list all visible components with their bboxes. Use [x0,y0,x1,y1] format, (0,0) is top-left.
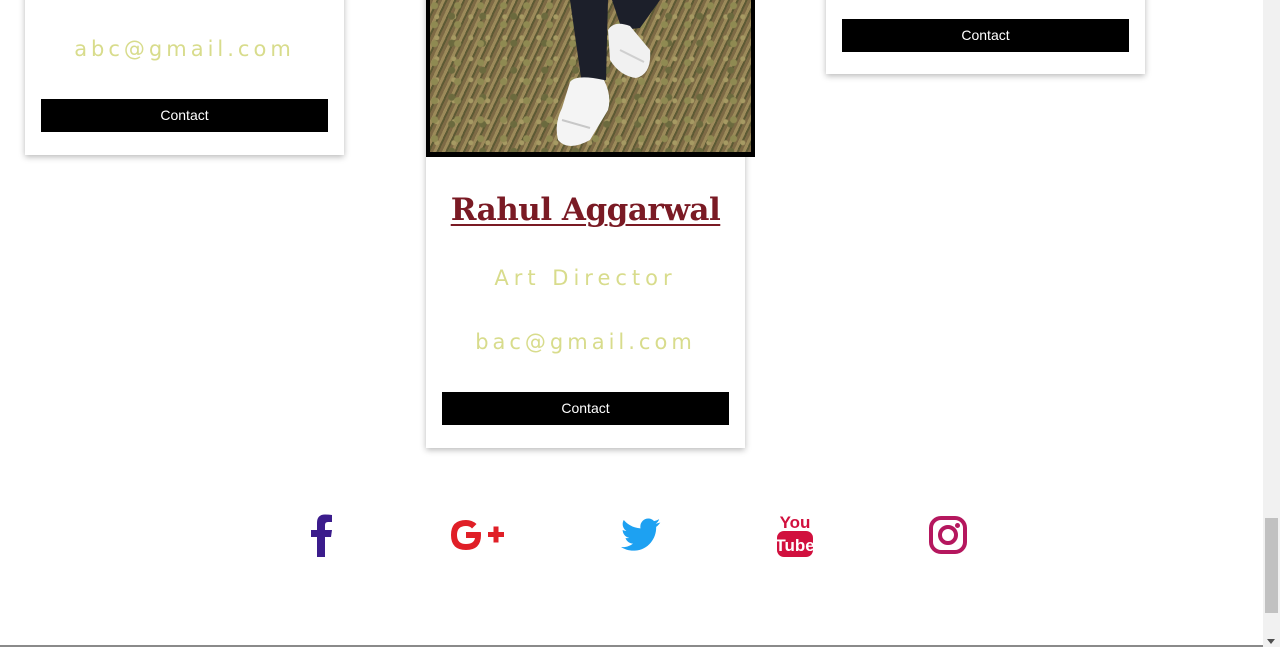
scrollbar-thumb[interactable] [1265,518,1278,613]
team-card-right: Contact [826,0,1145,74]
facebook-link[interactable] [296,510,346,560]
facebook-icon [311,514,332,557]
member-email: abc@gmail.com [74,37,295,61]
youtube-link[interactable]: You Tube [770,510,820,560]
vertical-scrollbar[interactable] [1263,0,1280,647]
member-photo-image [556,0,660,146]
member-photo [426,0,755,157]
instagram-icon [929,516,967,554]
member-role: Art Director [494,266,677,290]
instagram-link[interactable] [923,510,973,560]
youtube-icon: You Tube [776,513,814,557]
contact-button[interactable]: Contact [41,99,328,132]
svg-text:Tube: Tube [776,536,814,555]
contact-button[interactable]: Contact [442,392,729,425]
scroll-down-arrow-icon[interactable] [1267,639,1275,644]
team-card-left: abc@gmail.com Contact [25,0,344,155]
twitter-link[interactable] [616,510,666,560]
member-email: bac@gmail.com [475,330,696,354]
svg-text:You: You [780,513,811,532]
google-plus-link[interactable] [446,510,508,560]
twitter-icon [621,518,661,551]
google-plus-icon [451,520,504,550]
member-name[interactable]: Rahul Aggarwal [426,192,745,228]
contact-button[interactable]: Contact [842,19,1129,52]
